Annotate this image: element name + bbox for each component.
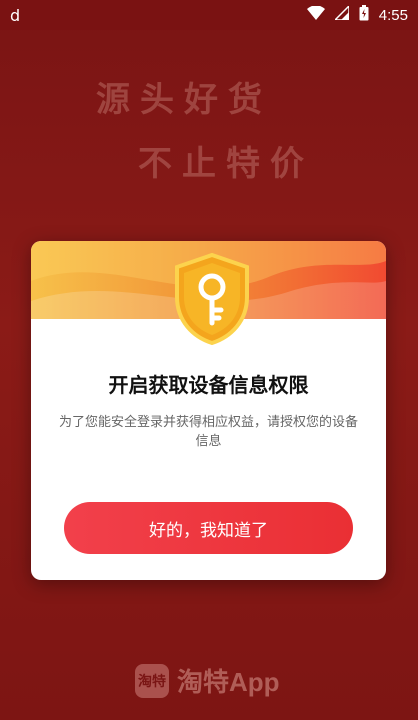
battery-icon xyxy=(359,5,369,25)
status-time: 4:55 xyxy=(378,6,408,24)
shield-key-icon xyxy=(173,252,251,346)
d-notification-icon: d xyxy=(10,5,21,25)
brand: 淘特 淘特App xyxy=(135,662,280,699)
brand-name: 淘特App xyxy=(177,667,280,697)
dialog-description: 为了您能安全登录并获得相应权益，请授权您的设备信息 xyxy=(58,415,358,449)
wifi-icon xyxy=(306,5,325,24)
background-slogan-line2: 不止特价 xyxy=(138,144,314,184)
brand-logo: 淘特 xyxy=(135,663,169,698)
status-bar: d 4:55 xyxy=(0,0,418,30)
acknowledge-button[interactable]: 好的，我知道了 xyxy=(64,502,353,554)
signal-icon xyxy=(332,4,350,24)
background-slogan-line1: 源头好货 xyxy=(96,80,272,120)
permission-dialog: 开启获取设备信息权限 为了您能安全登录并获得相应权益，请授权您的设备信息 好的，… xyxy=(31,241,386,580)
dialog-title: 开启获取设备信息权限 xyxy=(108,373,309,397)
